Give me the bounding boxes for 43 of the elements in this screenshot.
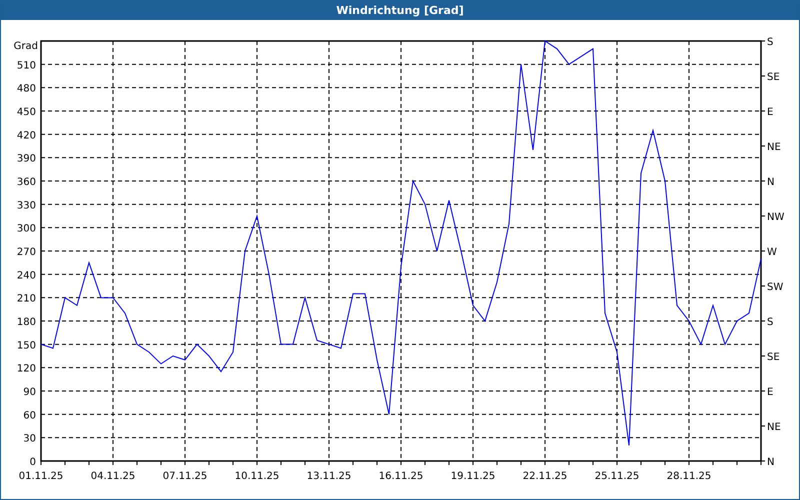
x-tick-label: 01.11.25 (18, 471, 64, 482)
x-tick-label: 16.11.25 (378, 471, 424, 482)
y-tick-label: 210 (16, 294, 36, 305)
x-tick-label: 19.11.25 (450, 471, 496, 482)
y-tick-label: 0 (30, 457, 36, 468)
y-tick-label: 390 (16, 154, 36, 165)
y-tick-label: 30 (23, 434, 36, 445)
compass-label: S (767, 37, 774, 48)
y-tick-label: 60 (23, 410, 36, 422)
y-tick-label: 480 (16, 84, 36, 95)
compass-label: NE (767, 142, 781, 153)
y-tick-label: 450 (16, 107, 36, 118)
compass-label: W (767, 247, 777, 258)
y-tick-label: 330 (16, 200, 36, 212)
compass-label: E (767, 107, 774, 118)
compass-label: NW (767, 212, 784, 223)
compass-label: N (767, 457, 774, 468)
y-axis-title: Grad (14, 41, 38, 52)
compass-label: NE (767, 422, 781, 433)
window-title: Windrichtung [Grad] (1, 1, 799, 20)
compass-label: N (767, 177, 774, 188)
y-tick-label: 240 (16, 270, 36, 282)
compass-label: SW (767, 282, 784, 293)
x-tick-label: 10.11.25 (234, 471, 280, 482)
y-tick-label: 180 (16, 317, 36, 328)
y-tick-label: 150 (16, 340, 36, 352)
compass-label: S (767, 317, 774, 328)
x-tick-label: 07.11.25 (162, 471, 208, 482)
x-tick-label: 04.11.25 (90, 471, 136, 482)
y-tick-label: 90 (23, 387, 36, 398)
compass-label: SE (767, 72, 780, 83)
x-tick-label: 13.11.25 (306, 471, 352, 482)
y-tick-label: 270 (16, 247, 36, 258)
x-tick-label: 25.11.25 (594, 471, 640, 482)
x-tick-label: 22.11.25 (522, 471, 568, 482)
y-tick-label: 120 (16, 364, 36, 375)
y-tick-label: 300 (16, 224, 36, 235)
compass-label: SE (767, 352, 780, 363)
y-tick-label: 360 (16, 177, 36, 188)
y-tick-label: 420 (16, 130, 36, 142)
compass-label: E (767, 387, 774, 398)
x-tick-label: 28.11.25 (666, 471, 712, 482)
y-tick-label: 510 (16, 60, 36, 72)
